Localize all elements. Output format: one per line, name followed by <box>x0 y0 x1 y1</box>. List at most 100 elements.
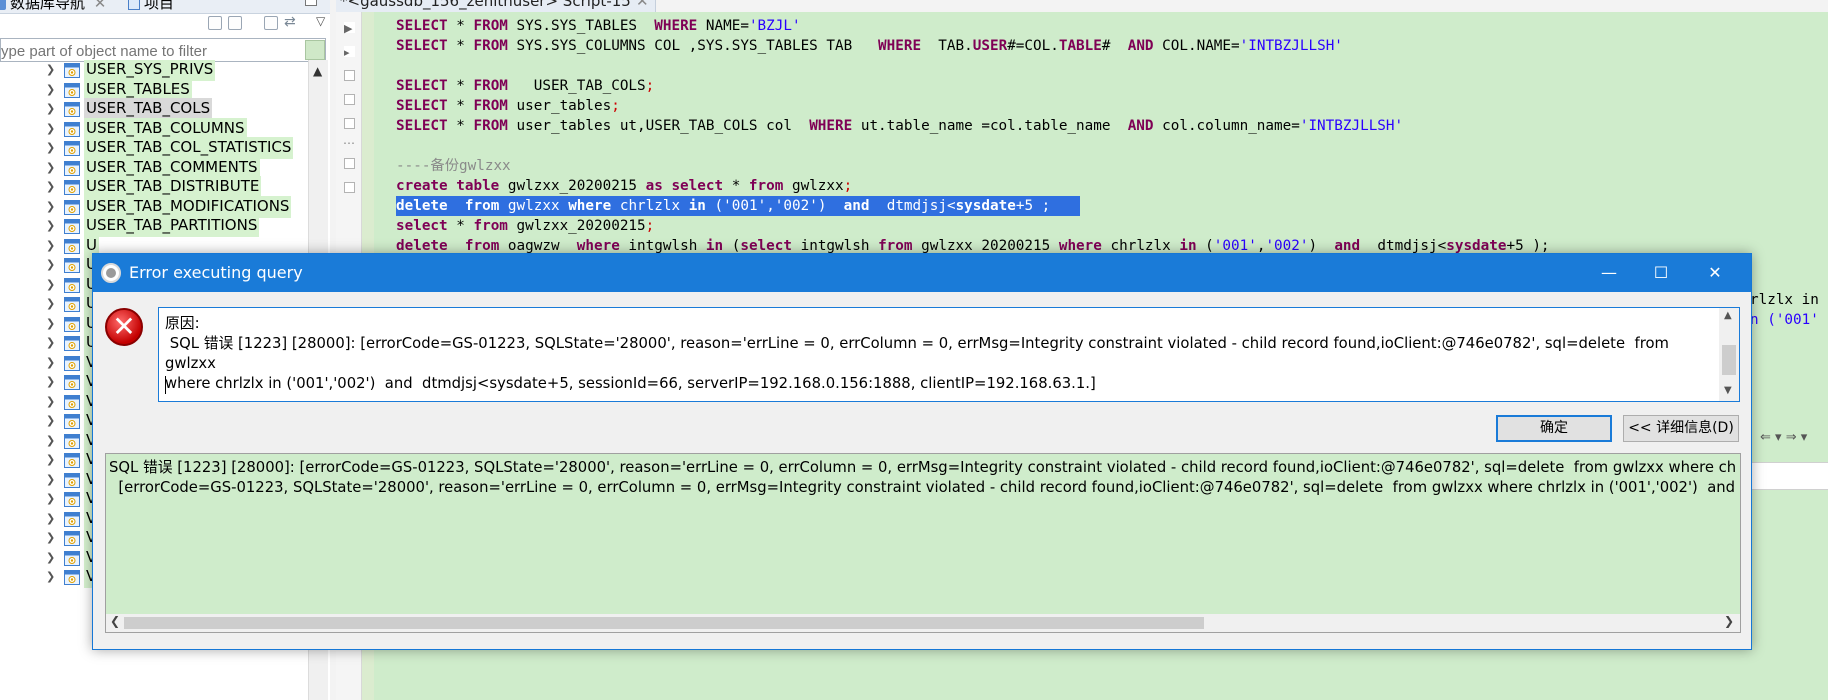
close-button[interactable]: ✕ <box>1693 260 1737 286</box>
save-script-icon[interactable] <box>344 158 355 169</box>
expand-icon[interactable]: ❯ <box>46 278 55 291</box>
execute-script-icon[interactable]: ▸ <box>344 46 355 59</box>
project-icon <box>128 0 140 10</box>
expand-icon[interactable]: ❯ <box>46 141 55 154</box>
error-reason-textbox[interactable]: 原因: SQL 错误 [1223] [28000]: [errorCode=GS… <box>158 307 1740 402</box>
close-icon[interactable]: ✕ <box>636 0 649 10</box>
scroll-right-icon[interactable]: ❯ <box>1724 614 1734 628</box>
expand-icon[interactable]: ❯ <box>46 356 55 369</box>
nav-forward-icon[interactable]: ⇒ <box>1786 430 1797 445</box>
expand-icon[interactable]: ❯ <box>46 336 55 349</box>
explain-plan-icon[interactable] <box>344 70 355 81</box>
expand-icon[interactable]: ❯ <box>46 492 55 505</box>
expand-icon[interactable]: ❯ <box>46 297 55 310</box>
view-icon <box>64 355 80 371</box>
view-icon <box>64 316 80 332</box>
view-icon <box>64 258 80 273</box>
error-details-textbox[interactable]: SQL 错误 [1223] [28000]: [errorCode=GS-012… <box>105 453 1741 633</box>
view-icon <box>64 531 80 546</box>
expand-icon[interactable]: ❯ <box>46 258 55 271</box>
error-dialog: Error executing query — ☐ ✕ ✕ 原因: SQL 错误… <box>92 253 1752 650</box>
navigator-tabs: 数据库导航 ✕ 项目 <box>0 0 330 14</box>
details-button[interactable]: << 详细信息(D) <box>1623 415 1739 442</box>
code-line: create table gwlzxx_20200215 as select *… <box>396 178 853 194</box>
expand-icon[interactable]: ❯ <box>46 219 55 232</box>
view-icon <box>64 160 80 176</box>
view-icon <box>64 199 80 215</box>
tab-database-navigator[interactable]: 数据库导航 ✕ <box>0 0 106 13</box>
detail-line: [errorCode=GS-01223, SQLState='28000', r… <box>109 479 1735 496</box>
expand-icon[interactable]: ❯ <box>46 200 55 213</box>
maximize-button[interactable]: ☐ <box>1639 260 1683 286</box>
export-icon[interactable] <box>344 118 355 129</box>
minimize-button[interactable]: — <box>1587 260 1631 286</box>
reason-scrollbar[interactable]: ▲ ▼ <box>1719 308 1739 401</box>
expand-icon[interactable]: ❯ <box>46 239 55 252</box>
load-plan-icon[interactable] <box>344 94 355 105</box>
navigator-toolbar: ⇄ ▽ <box>190 14 330 36</box>
details-horizontal-scrollbar[interactable]: ❮ ❯ <box>106 614 1740 632</box>
link-editor-icon[interactable]: ⇄ <box>284 14 296 30</box>
object-filter-input[interactable] <box>0 38 326 62</box>
maximize-view-icon[interactable] <box>305 0 317 6</box>
view-icon <box>64 336 80 351</box>
new-folder-icon[interactable] <box>228 16 242 30</box>
expand-icon[interactable]: ❯ <box>46 531 55 544</box>
code-line-selected: delete from gwlzxx where chrlzlx in ('00… <box>396 196 1080 216</box>
editor-tab-script-15[interactable]: *<gaussdb_156_zenithuser> Script-15 ✕ <box>336 0 656 12</box>
scroll-thumb[interactable] <box>124 617 1204 629</box>
expand-icon[interactable]: ❯ <box>46 395 55 408</box>
scroll-up-icon[interactable]: ▲ <box>313 64 322 78</box>
nav-back-icon[interactable]: ⇐ <box>1760 430 1771 445</box>
expand-icon[interactable]: ❯ <box>46 63 55 76</box>
view-icon <box>64 102 80 117</box>
view-icon <box>64 511 80 527</box>
scroll-thumb[interactable] <box>1722 345 1736 375</box>
view-icon <box>64 238 80 254</box>
dialog-title-bar[interactable]: Error executing query — ☐ ✕ <box>93 254 1751 292</box>
open-file-icon[interactable] <box>344 182 355 193</box>
dropdown-icon[interactable]: ▾ <box>1801 430 1808 445</box>
code-line: SELECT * FROM SYS.SYS_COLUMNS COL ,SYS.S… <box>396 38 1343 54</box>
close-icon[interactable]: ✕ <box>94 0 107 12</box>
expand-icon[interactable]: ❯ <box>46 570 55 583</box>
text-cursor <box>165 376 166 394</box>
expand-icon[interactable]: ❯ <box>46 161 55 174</box>
error-icon: ✕ <box>105 308 143 346</box>
expand-icon[interactable]: ❯ <box>46 83 55 96</box>
tab-project[interactable]: 项目 <box>128 0 174 13</box>
collapse-all-icon[interactable] <box>264 16 278 30</box>
expand-icon[interactable]: ❯ <box>46 473 55 486</box>
code-line: ----备份gwlzxx <box>396 158 511 174</box>
filter-settings-icon[interactable] <box>305 40 325 60</box>
new-connection-icon[interactable] <box>208 16 222 30</box>
view-icon <box>64 394 80 410</box>
app-icon <box>101 263 121 283</box>
expand-icon[interactable]: ❯ <box>46 453 55 466</box>
ok-button[interactable]: 确定 <box>1496 415 1612 442</box>
code-line: SELECT * FROM user_tables; <box>396 98 620 114</box>
scroll-down-icon[interactable]: ▼ <box>1724 385 1732 396</box>
view-menu-icon[interactable]: ▽ <box>316 14 325 28</box>
expand-icon[interactable]: ❯ <box>46 180 55 193</box>
view-icon <box>64 277 80 293</box>
code-line: SELECT * FROM USER_TAB_COLS; <box>396 78 655 94</box>
view-icon <box>64 433 80 449</box>
view-icon <box>64 82 80 98</box>
expand-icon[interactable]: ❯ <box>46 512 55 525</box>
execute-statement-icon[interactable]: ▶ <box>344 22 355 35</box>
more-icon[interactable]: ⋯ <box>343 136 355 150</box>
expand-icon[interactable]: ❯ <box>46 102 55 115</box>
expand-icon[interactable]: ❯ <box>46 434 55 447</box>
expand-icon[interactable]: ❯ <box>46 122 55 135</box>
code-overflow-fragment: rlzlx in n ('001' <box>1750 292 1819 328</box>
scroll-up-icon[interactable]: ▲ <box>1724 310 1732 321</box>
view-icon <box>64 219 80 234</box>
view-icon <box>64 63 80 78</box>
dropdown-icon[interactable]: ▾ <box>1775 430 1782 445</box>
scroll-left-icon[interactable]: ❮ <box>110 614 120 628</box>
expand-icon[interactable]: ❯ <box>46 375 55 388</box>
expand-icon[interactable]: ❯ <box>46 414 55 427</box>
expand-icon[interactable]: ❯ <box>46 317 55 330</box>
expand-icon[interactable]: ❯ <box>46 551 55 564</box>
